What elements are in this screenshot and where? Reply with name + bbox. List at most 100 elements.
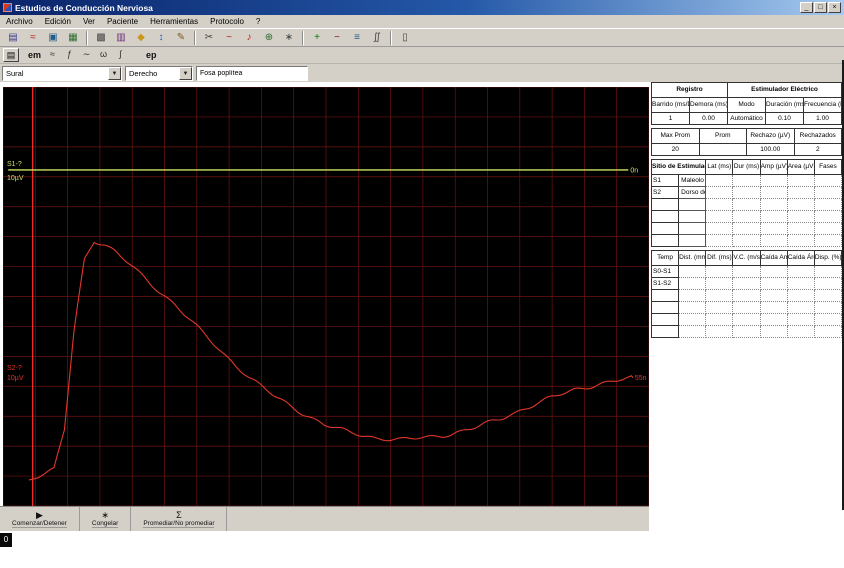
- waveform-doc-icon[interactable]: ≈: [24, 29, 42, 46]
- main-toolbar: ▤ ≈ ▣ ▦ ▩ ▥ ◆ ↕ ✎ ✂ ~ ♪ ⊕ ∗ + − ≡ ∬ ▯: [0, 28, 844, 47]
- toolbar-separator: [194, 30, 196, 45]
- sound-icon[interactable]: ♪: [240, 29, 258, 46]
- value-cell: [705, 265, 734, 278]
- motor-wave-icon[interactable]: ≈: [45, 48, 60, 62]
- menu-item-herramientas[interactable]: Herramientas: [144, 15, 204, 28]
- site-name-cell: [678, 222, 707, 235]
- acquisition-bar: ▶ Comenzar/Detener ∗ Congelar Σ Promediar/No …: [0, 506, 649, 531]
- measurements-table-icon[interactable]: ▥: [112, 29, 130, 46]
- chevron-down-icon[interactable]: ▼: [108, 66, 121, 80]
- value-cell: 2: [793, 143, 842, 156]
- value-cell: [678, 289, 707, 302]
- pencil-icon[interactable]: ✎: [172, 29, 190, 46]
- app-icon: [3, 3, 12, 12]
- montage-grid-icon[interactable]: ▩: [92, 29, 110, 46]
- close-button[interactable]: ×: [828, 2, 841, 13]
- value-cell: [705, 313, 734, 326]
- value-cell: [813, 313, 843, 326]
- site-name-cell: Dorso del pie: [678, 186, 707, 199]
- scissors-icon[interactable]: ✂: [200, 29, 218, 46]
- protocol-table-icon[interactable]: ▦: [64, 29, 82, 46]
- column-header: Barrido (ms/Div): [651, 97, 690, 113]
- value-cell: [813, 198, 843, 211]
- value-cell: [786, 301, 815, 314]
- value-cell: [786, 186, 815, 199]
- value-cell: [732, 277, 761, 290]
- value-cell: [813, 234, 843, 247]
- new-study-button[interactable]: ▤: [3, 48, 19, 62]
- column-header: Fases: [813, 159, 843, 175]
- column-header: Frecuencia (Hz): [803, 97, 842, 113]
- row-label: [650, 234, 680, 247]
- value-cell: [732, 289, 761, 302]
- menu-item-protocolo[interactable]: Protocolo: [204, 15, 250, 28]
- value-cell: [786, 210, 815, 223]
- site-input[interactable]: [196, 65, 308, 81]
- remove-trace-icon[interactable]: −: [328, 29, 346, 46]
- ep-mode-label[interactable]: ep: [146, 50, 157, 60]
- value-cell: [759, 234, 788, 247]
- average-button[interactable]: Σ Promediar/No promediar: [131, 507, 228, 531]
- column-header: Prom: [698, 128, 747, 144]
- promedio-table: Max Prom Prom Rechazo (µV) Rechazados 20 100.…: [651, 128, 842, 156]
- start-stop-button[interactable]: ▶ Comenzar/Detener: [0, 507, 80, 531]
- add-trace-icon[interactable]: +: [308, 29, 326, 46]
- emg-mode-label[interactable]: em: [28, 50, 41, 60]
- value-cell: [759, 198, 788, 211]
- value-cell: [678, 277, 707, 290]
- minimize-button[interactable]: _: [800, 2, 813, 13]
- row-label: S1: [650, 174, 680, 187]
- toolbar-separator: [86, 30, 88, 45]
- sitios-title-header: Sitio de Estimulación: [650, 159, 707, 175]
- menu-item-edicion[interactable]: Edición: [39, 15, 77, 28]
- settings-icon[interactable]: ∗: [280, 29, 298, 46]
- title-bar[interactable]: Estudios de Conducción Nerviosa _ □ ×: [0, 0, 844, 15]
- maximize-button[interactable]: □: [814, 2, 827, 13]
- nerve-select[interactable]: Sural ▼: [2, 65, 122, 81]
- value-cell: [813, 174, 843, 187]
- side-select[interactable]: Derecho ▼: [125, 65, 193, 81]
- superimpose-icon[interactable]: ∬: [368, 29, 386, 46]
- value-cell: 20: [651, 143, 700, 156]
- reflex-wave-icon[interactable]: ω: [96, 48, 111, 62]
- jitter-wave-icon[interactable]: ∫: [113, 48, 128, 62]
- svg-text:S2-?: S2-?: [7, 365, 22, 372]
- trace-list-icon[interactable]: ≡: [348, 29, 366, 46]
- menu-item-ver[interactable]: Ver: [77, 15, 101, 28]
- value-cell: [678, 313, 707, 326]
- column-header: Amp (µV): [759, 159, 788, 175]
- column-header: Caída Área: [786, 250, 815, 266]
- app-window: Estudios de Conducción Nerviosa _ □ × Ar…: [0, 0, 844, 568]
- chevron-down-icon[interactable]: ▼: [179, 66, 192, 80]
- waveform-chart[interactable]: S1-? 10µV 0n S2-? 10µV 55n: [3, 87, 649, 506]
- row-label: [650, 313, 680, 326]
- site-name-cell: [678, 198, 707, 211]
- value-cell: [759, 265, 788, 278]
- column-header: Area (µVms): [786, 159, 815, 175]
- exam-report-icon[interactable]: ▤: [4, 29, 22, 46]
- sensor-icon[interactable]: ⊕: [260, 29, 278, 46]
- svg-text:10µV: 10µV: [7, 175, 24, 182]
- value-cell: [732, 325, 761, 338]
- value-cell: [759, 313, 788, 326]
- f-wave-icon[interactable]: ƒ: [62, 48, 77, 62]
- cursor-move-icon[interactable]: ↕: [152, 29, 170, 46]
- menu-item-ayuda[interactable]: ?: [250, 15, 266, 28]
- value-cell: [759, 186, 788, 199]
- patient-card-icon[interactable]: ▣: [44, 29, 62, 46]
- sensory-wave-icon[interactable]: ∼: [79, 48, 94, 62]
- menu-item-paciente[interactable]: Paciente: [101, 15, 144, 28]
- svg-text:10µV: 10µV: [7, 375, 24, 382]
- value-cell: [732, 301, 761, 314]
- stimulus-wave-icon[interactable]: ~: [220, 29, 238, 46]
- menu-item-archivo[interactable]: Archivo: [0, 15, 39, 28]
- value-cell: [705, 174, 734, 187]
- notes-icon[interactable]: ▯: [396, 29, 414, 46]
- value-cell: [813, 210, 843, 223]
- value-cell: [813, 277, 843, 290]
- value-cell: [759, 174, 788, 187]
- value-cell: [705, 289, 734, 302]
- freeze-button[interactable]: ∗ Congelar: [80, 507, 132, 531]
- marker-icon[interactable]: ◆: [132, 29, 150, 46]
- site-name-cell: Maleolo Lateral: [678, 174, 707, 187]
